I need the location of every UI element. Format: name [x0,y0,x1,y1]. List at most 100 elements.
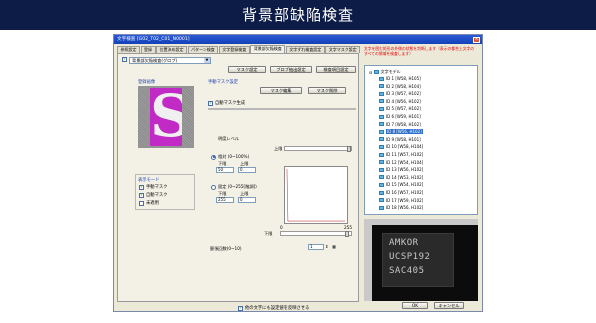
tree-item[interactable]: ID 7 [W58, H102] [379,122,421,127]
tab-char-register[interactable]: 文字登録検査 [218,46,250,53]
manual-mask-checkbox[interactable]: ✓ 手動マスク [139,184,167,190]
graph-axis-max: 255 [344,225,352,230]
tree-item[interactable]: ID 6 [W59, H101] [379,114,421,119]
tree-item-label: ID 18 [W56, H102] [386,205,424,211]
char-model-icon [379,122,384,127]
char-model-icon [379,167,384,172]
char-model-icon [379,160,384,165]
tree-item-label: ID 14 [W53, H102] [386,174,424,180]
tab-char-shift[interactable]: 文字ずれ検査設定 [285,46,325,53]
auto-mask-display-checkbox[interactable]: ✓ 自動マスク [139,192,167,198]
char-model-icon [379,198,384,203]
char-model-icon [379,106,384,111]
auto-mask-label: 自動マスク生成 [215,101,246,106]
tab-register[interactable]: 登録 [140,46,156,53]
tree-item[interactable]: ID 11 [W57, H102] [379,152,423,157]
tree-item[interactable]: ID 5 [W57, H102] [379,106,421,111]
tree-item[interactable]: ID 4 [W56, H102] [379,99,421,104]
tree-item[interactable]: ID 12 [W54, H104] [379,160,423,165]
tab-position[interactable]: 位置決め設定 [156,46,187,53]
display-mode-title: 表示モード [138,178,160,183]
fixed-radio[interactable]: 固定 (0~255[階調]) [211,184,257,190]
tree-item-label: ID 10 [W58, H104] [386,144,424,150]
tab-pattern[interactable]: パターン検査 [187,46,219,53]
relative-upper-input[interactable]: 0 [238,167,256,173]
tree-item[interactable]: ID 16 [W57, H102] [379,190,423,195]
inspect-item-button[interactable]: 検査項目設定 [316,66,356,73]
relative-radio-label: 相対 (0~100%) [218,154,250,159]
screenshot-frame: 文字検査 [G02_T02_C01_N0001] × 参照設定 登録 位置決め設… [113,34,483,312]
upper-slider-thumb[interactable] [347,146,351,152]
tree-item[interactable]: ID 18 [W56, H102] [379,205,423,210]
inspection-window: 文字検査 [G02_T02_C01_N0001] × 参照設定 登録 位置決め設… [114,35,482,311]
tree-item[interactable]: ID 15 [W54, H102] [379,182,423,187]
divider [208,108,356,110]
tree-item[interactable]: ID 10 [W58, H104] [379,144,423,149]
folder-icon [373,70,379,74]
inspection-mode-select[interactable]: 背景部欠陥検査(グロブ) ▼ [129,57,211,64]
tree-item[interactable]: ID 2 [W58, H104] [379,84,421,89]
tree-root-label: 文字モデル [380,69,401,74]
relative-radio[interactable]: 相対 (0~100%) [211,154,249,160]
tree-item[interactable]: ID 3 [W57, H102] [379,91,421,96]
tab-reference[interactable]: 参照設定 [117,46,140,53]
tree-item-label: ID 8 [W56, H102] [386,129,423,135]
tab-char-mask[interactable]: 文字マスク設定 [325,46,361,53]
window-titlebar: 文字検査 [G02_T02_C01_N0001] × [114,35,482,44]
shrink-count-input[interactable]: 1 [308,244,324,250]
lower-label: 下限 [264,231,273,236]
fixed-upper-input[interactable]: 0 [238,197,256,203]
grid-icon[interactable]: ▦ [332,244,336,249]
tab-background-defect[interactable]: 背景部欠陥検査 [250,45,286,53]
tree-item[interactable]: ID 14 [W53, H102] [379,175,423,180]
mask-edit-button[interactable]: マスク編集 [260,87,302,94]
chevron-down-icon: ▼ [204,58,210,63]
tree-item[interactable]: ID 17 [W59, H102] [379,198,423,203]
tab-bar: 参照設定 登録 位置決め設定 パターン検査 文字登録検査 背景部欠陥検査 文字ず… [117,45,361,53]
lower-slider-thumb[interactable] [345,231,349,237]
unapplied-checkbox[interactable]: 未適用 [139,200,159,206]
glyph-preview: S [150,88,182,146]
char-model-icon [379,114,384,119]
chip-marking: AMKOR UCSP192 SAC405 [382,233,454,287]
tree-item-label: ID 15 [W54, H102] [386,182,424,188]
close-icon[interactable]: × [473,36,480,43]
chip-line-3: SAC405 [389,266,425,276]
unapplied-label: 未適用 [146,201,159,206]
cancel-button[interactable]: キャンセル [434,302,464,309]
checkbox-icon: ✓ [139,192,144,198]
mask-delete-button[interactable]: マスク削除 [308,87,346,94]
manual-mask-label: 手動マスク [146,185,168,190]
char-model-icon [379,205,384,210]
mask-settings-button[interactable]: マスク設定 [228,66,266,73]
char-model-icon [379,137,384,142]
fixed-radio-label: 固定 (0~255[階調]) [218,184,257,189]
upper-slider[interactable] [284,146,352,152]
fixed-lower-input[interactable]: 255 [216,197,234,203]
ok-button[interactable]: OK [402,302,428,309]
lower-slider[interactable] [280,231,352,237]
tree-root[interactable]: ⊟ 文字モデル [369,69,401,75]
image-edge-top [364,219,478,225]
blob-settings-button[interactable]: ブロブ抽出設定 [270,66,312,73]
char-model-icon [379,152,384,157]
tree-item-label: ID 1 [W58, H105] [386,76,421,81]
tree-item[interactable]: ID 13 [W56, H102] [379,167,423,172]
auto-mask-checkbox[interactable]: ✓ 自動マスク生成 [208,100,245,106]
tree-item-label: ID 6 [W59, H101] [386,114,421,119]
apply-others-checkbox[interactable]: ✓ 他の文字にも設定値を反映させる [238,305,309,311]
spinner-icon[interactable]: ⇕ [325,244,329,249]
apply-others-label: 他の文字にも設定値を反映させる [245,306,310,311]
tree-warning-text: 文字を囲む矩形の外側の状態を判断します（表示の都合上文字のすべての領域を検査しま… [364,46,475,56]
checkbox-icon [139,200,144,206]
manual-mask-group-label: 手動マスク設定 [208,80,239,85]
expand-icon: ⊟ [369,69,373,75]
upper-label: 上限 [274,146,283,151]
histogram-line [286,168,346,222]
auto-mask-display-label: 自動マスク [146,193,168,198]
blob-checkbox[interactable]: ✓ [122,57,129,62]
tree-item[interactable]: ID 9 [W58, H101] [379,137,421,142]
tree-item[interactable]: ID 8 [W56, H102] [379,129,423,135]
relative-lower-input[interactable]: 50 [216,167,234,173]
tree-item[interactable]: ID 1 [W58, H105] [379,76,421,81]
